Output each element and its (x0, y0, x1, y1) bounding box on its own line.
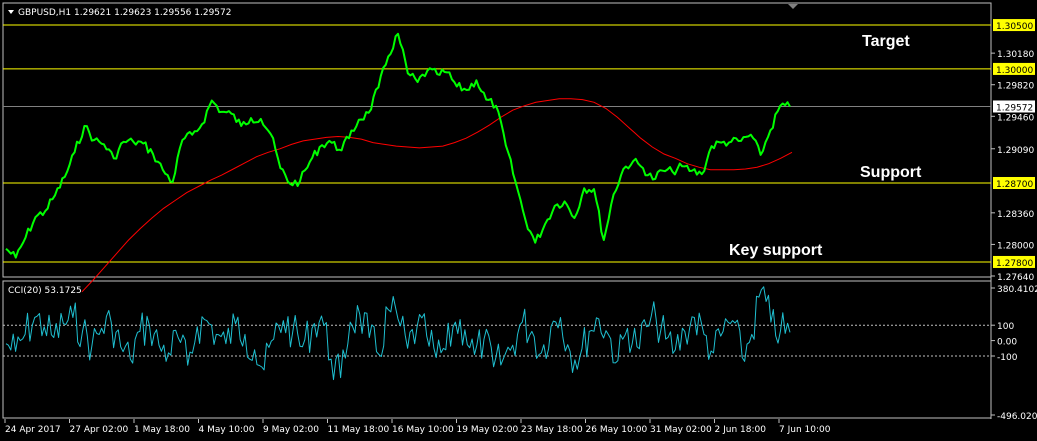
price-tick-1.30500: 1.30500 (996, 22, 1033, 32)
price-tick-1.29820: 1.29820 (997, 82, 1034, 92)
price-tick-1.28700: 1.28700 (996, 180, 1033, 190)
gbpusd-h1-chart: GBPUSD,H1 1.29621 1.29623 1.29556 1.2957… (2, 2, 1037, 435)
cci-tick-380.4102: 380.4102 (997, 285, 1037, 295)
key-support-label: Key support (729, 242, 823, 259)
price-panel-frame (2, 2, 992, 278)
time-tick-12: 7 Jun 10:00 (779, 425, 831, 435)
time-tick-7: 19 May 02:00 (457, 425, 519, 435)
price-tick-1.27640: 1.27640 (997, 273, 1034, 283)
time-tick-3: 4 May 10:00 (199, 425, 255, 435)
shift-marker-icon[interactable] (788, 4, 798, 9)
collapse-arrow-icon[interactable] (8, 10, 14, 14)
cci-header: CCI(20) 53.1725 (8, 286, 82, 296)
price-tick-1.28360: 1.28360 (997, 210, 1034, 220)
cci-tick--496.0205: -496.0205 (997, 412, 1037, 422)
time-tick-4: 9 May 02:00 (263, 425, 319, 435)
price-line (5, 32, 791, 259)
time-tick-10: 31 May 02:00 (650, 425, 712, 435)
price-tick-1.29572: 1.29572 (996, 103, 1033, 113)
time-tick-11: 2 Jun 18:00 (715, 425, 767, 435)
moving-average-line (81, 98, 793, 293)
price-tick-1.30000: 1.30000 (996, 66, 1033, 76)
time-tick-5: 11 May 18:00 (328, 425, 390, 435)
price-tick-1.28000: 1.28000 (997, 241, 1034, 251)
price-tick-1.30180: 1.30180 (997, 50, 1034, 60)
target-label: Target (862, 33, 910, 50)
time-tick-1: 27 Apr 02:00 (70, 425, 129, 435)
price-tick-1.27800: 1.27800 (996, 259, 1033, 269)
symbol-header: GBPUSD,H1 1.29621 1.29623 1.29556 1.2957… (18, 8, 231, 18)
time-tick-0: 24 Apr 2017 (5, 425, 61, 435)
price-tick-1.29090: 1.29090 (997, 146, 1034, 156)
cci-tick--100: -100 (997, 353, 1018, 363)
cci-line (5, 286, 791, 381)
time-tick-8: 23 May 18:00 (521, 425, 583, 435)
price-tick-1.29460: 1.29460 (997, 113, 1034, 123)
time-tick-9: 26 May 10:00 (586, 425, 648, 435)
time-tick-6: 16 May 10:00 (392, 425, 454, 435)
support-label: Support (860, 164, 922, 181)
chart-window: GBPUSD,H1 1.29621 1.29623 1.29556 1.2957… (0, 0, 1037, 441)
cci-tick-0.00: 0.00 (997, 338, 1017, 348)
cci-tick-100: 100 (997, 322, 1014, 332)
time-tick-2: 1 May 18:00 (134, 425, 190, 435)
